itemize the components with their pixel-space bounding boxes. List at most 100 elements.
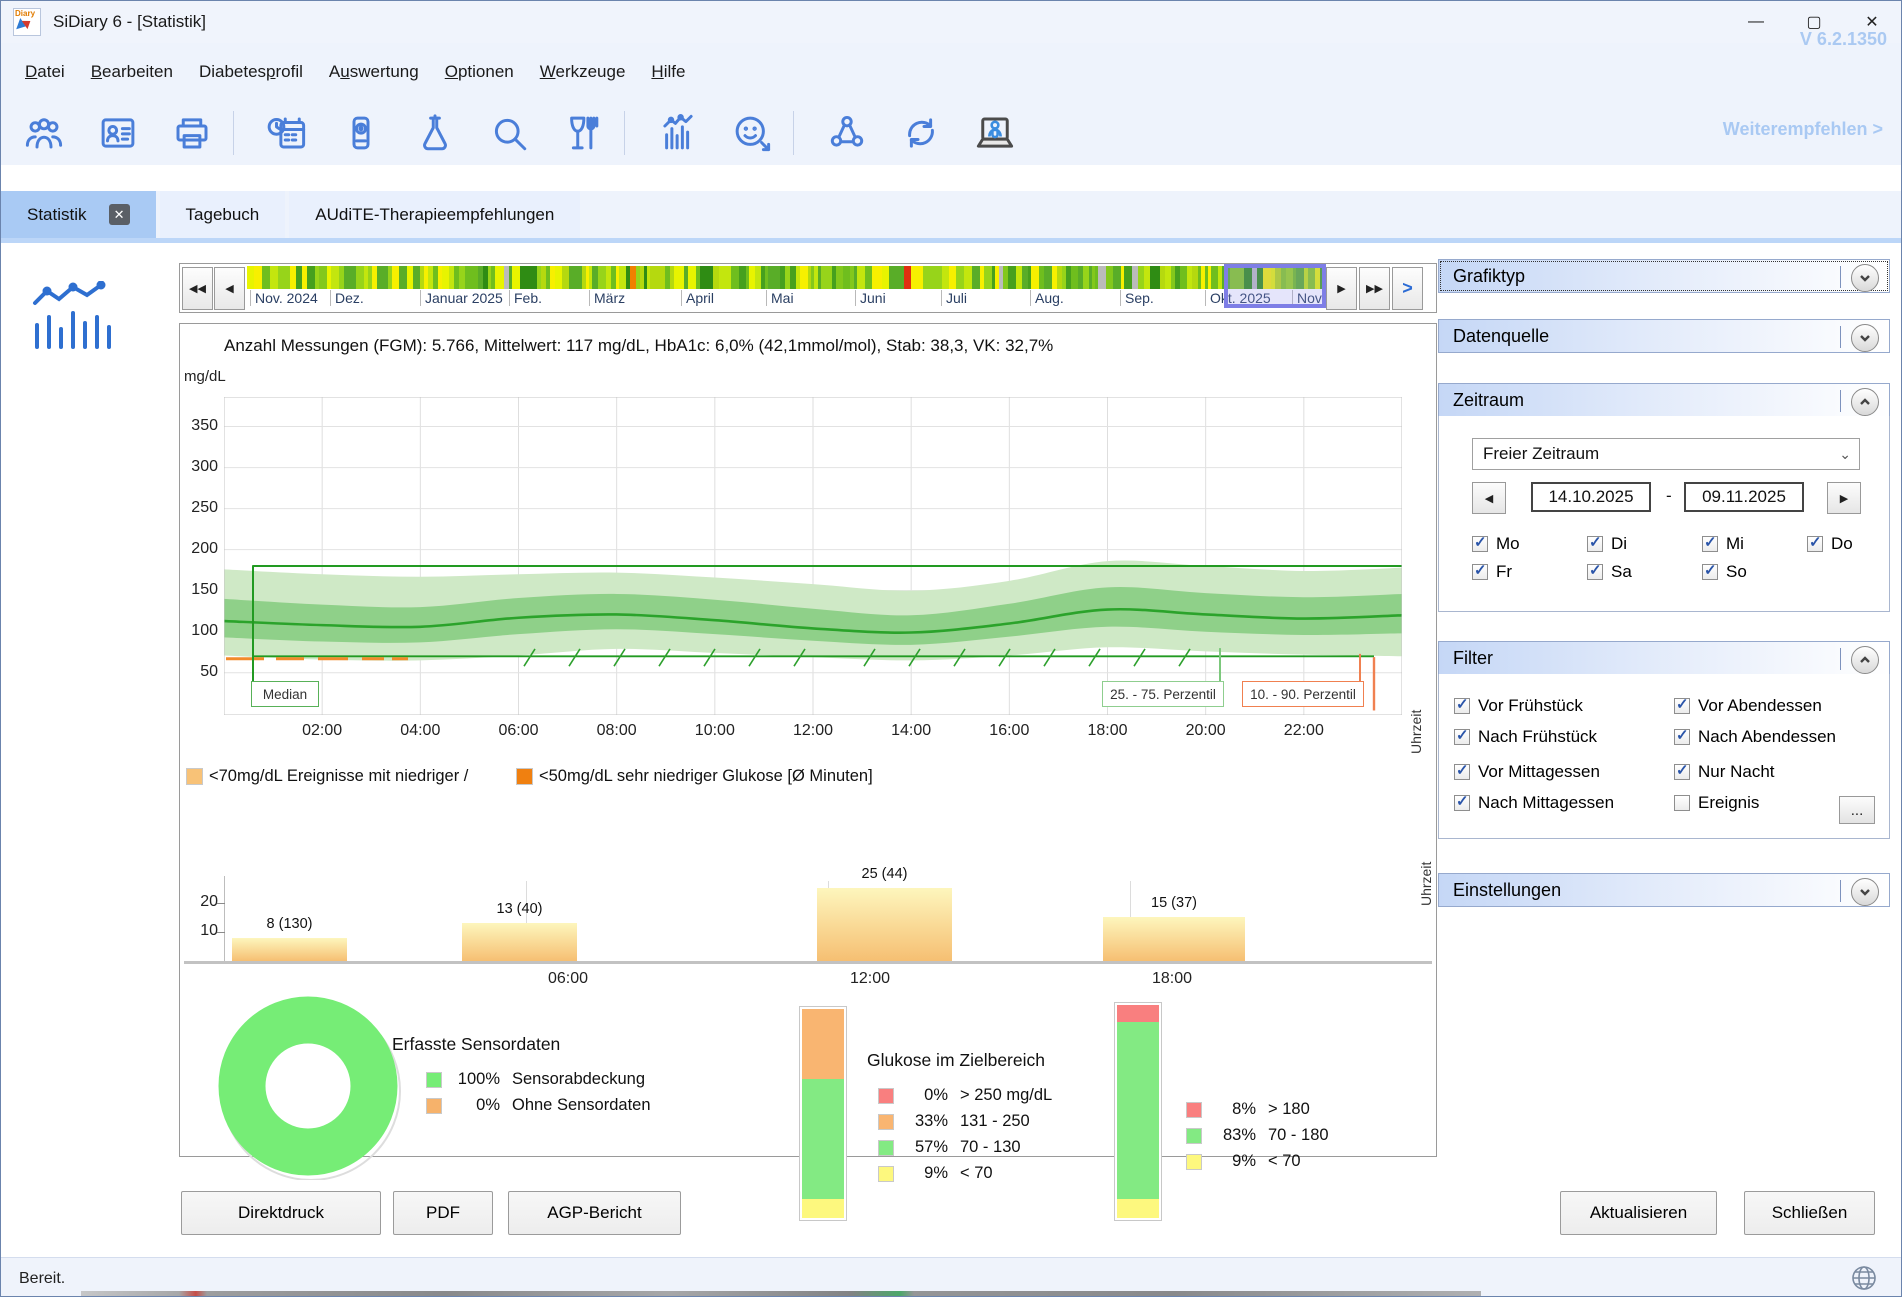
background-window-sliver <box>81 1291 1481 1297</box>
panel-header-grafiktyp[interactable]: Grafiktyp <box>1438 259 1890 293</box>
weekday-checkbox-so[interactable]: So <box>1702 562 1747 582</box>
filter-checkbox-vor-mittagessen[interactable]: Vor Mittagessen <box>1454 762 1600 782</box>
direct-print-button[interactable]: Direktdruck <box>181 1191 381 1235</box>
filter-checkbox-nach-mittagessen[interactable]: Nach Mittagessen <box>1454 793 1614 813</box>
agp-x-tick: 08:00 <box>597 722 637 740</box>
hypo-baseline <box>184 961 1432 964</box>
statistics-icon[interactable] <box>647 105 709 161</box>
filter-checkbox-ereignis[interactable]: Ereignis <box>1674 793 1759 813</box>
recommend-link[interactable]: Weiterempfehlen > <box>1723 119 1883 140</box>
wellbeing-icon[interactable] <box>721 105 783 161</box>
timeline-density-strip[interactable] <box>247 266 1323 289</box>
timeline-month-label: Juni <box>855 290 886 306</box>
tab-tagebuch[interactable]: Tagebuch <box>160 191 286 238</box>
tab-label: AUdiTE-Therapieempfehlungen <box>315 205 554 225</box>
menu-bar: Datei Bearbeiten Diabetesprofil Auswertung O… <box>1 43 1901 101</box>
chevron-down-icon[interactable] <box>1851 324 1879 352</box>
panel-header-filter[interactable]: Filter <box>1438 641 1890 675</box>
chevron-down-icon[interactable] <box>1851 264 1879 292</box>
weekday-checkbox-fr[interactable]: Fr <box>1472 562 1512 582</box>
panel-body-zeitraum: Freier Zeitraum⌄ ◀ 14.10.2025 - 09.11.20… <box>1438 416 1890 612</box>
hypo-bar <box>232 938 347 961</box>
search-icon[interactable] <box>478 105 540 161</box>
sensor-legend-item: 0%Ohne Sensordaten <box>426 1096 651 1115</box>
agp-y-tick: 150 <box>176 581 218 599</box>
profile-card-icon[interactable] <box>87 105 149 161</box>
agp-report-button[interactable]: AGP-Bericht <box>508 1191 681 1235</box>
agp-x-tick: 02:00 <box>302 722 342 740</box>
menu-item-auswertung[interactable]: Auswertung <box>327 58 421 86</box>
menu-item-optionen[interactable]: Optionen <box>443 58 516 86</box>
filter-checkbox-nach-frühstück[interactable]: Nach Frühstück <box>1454 727 1597 747</box>
timeline-month-label: Nov. 2024 <box>250 290 318 306</box>
toolbar <box>1 101 1901 165</box>
timeline-month-label: Juli <box>941 290 967 306</box>
sensor-donut-chart <box>214 992 402 1180</box>
pdf-button[interactable]: PDF <box>393 1191 493 1235</box>
weekday-checkbox-mi[interactable]: Mi <box>1702 534 1744 554</box>
weekday-checkbox-do[interactable]: Do <box>1807 534 1853 554</box>
agp-x-tick: 20:00 <box>1186 722 1226 740</box>
chevron-down-icon[interactable] <box>1851 878 1879 906</box>
chevron-up-icon[interactable] <box>1851 388 1879 416</box>
filter-checkbox-vor-abendessen[interactable]: Vor Abendessen <box>1674 696 1822 716</box>
patients-icon[interactable] <box>13 105 75 161</box>
weekday-checkbox-di[interactable]: Di <box>1587 534 1627 554</box>
close-view-button[interactable]: Schließen <box>1744 1191 1875 1235</box>
timeline-selection-box[interactable] <box>1224 264 1326 308</box>
filter-checkbox-nach-abendessen[interactable]: Nach Abendessen <box>1674 727 1836 747</box>
menu-item-diabetesprofil[interactable]: Diabetesprofil <box>197 58 305 86</box>
date-from-field[interactable]: 14.10.2025 <box>1531 482 1651 512</box>
date-to-field[interactable]: 09.11.2025 <box>1684 482 1804 512</box>
menu-item-werkzeuge[interactable]: Werkzeuge <box>538 58 628 86</box>
menu-item-datei[interactable]: Datei <box>23 58 67 86</box>
logbook-calendar-icon[interactable] <box>256 105 318 161</box>
panel-header-zeitraum[interactable]: Zeitraum <box>1438 383 1890 417</box>
glucose-meter-icon[interactable] <box>330 105 392 161</box>
nutrition-icon[interactable] <box>552 105 614 161</box>
agp-y-tick: 300 <box>176 458 218 476</box>
share-icon[interactable] <box>816 105 878 161</box>
timeline-prev-button[interactable]: ◀ <box>214 267 245 310</box>
minimize-button[interactable]: — <box>1727 1 1785 43</box>
hypo-x-axis-title: Uhrzeit <box>1418 862 1434 906</box>
agp-y-tick: 100 <box>176 622 218 640</box>
timeline-navigator: ◀◀ ◀ Nov. 2024Dez.Januar 2025Feb.MärzApr… <box>179 263 1437 313</box>
tir-legend-item: 0%> 250 mg/dL <box>878 1086 1052 1105</box>
timeline-month-label: Dez. <box>330 290 364 306</box>
period-preset-dropdown[interactable]: Freier Zeitraum⌄ <box>1472 438 1860 470</box>
agp-x-tick: 04:00 <box>400 722 440 740</box>
timeline-forward-button[interactable]: > <box>1392 267 1423 310</box>
period-back-button[interactable]: ◀ <box>1472 482 1506 514</box>
filter-checkbox-vor-frühstück[interactable]: Vor Frühstück <box>1454 696 1583 716</box>
menu-item-hilfe[interactable]: Hilfe <box>649 58 687 86</box>
tab-audite-therapieempfehlungen[interactable]: AUdiTE-Therapieempfehlungen <box>289 191 580 238</box>
event-filter-more-button[interactable]: ... <box>1839 796 1875 824</box>
statistics-page-icon <box>29 281 113 351</box>
agp-x-tick: 12:00 <box>793 722 833 740</box>
hypo-bar-label: 8 (130) <box>267 916 313 932</box>
app-icon: Diary <box>13 8 41 36</box>
chevron-up-icon[interactable] <box>1851 646 1879 674</box>
hypo-legend-item-2: <50mg/dL sehr niedriger Glukose [Ø Minut… <box>516 767 873 786</box>
period-forward-button[interactable]: ▶ <box>1827 482 1861 514</box>
weekday-checkbox-mo[interactable]: Mo <box>1472 534 1520 554</box>
tab-close-icon[interactable]: ✕ <box>109 204 130 225</box>
panel-header-datenquelle[interactable]: Datenquelle <box>1438 319 1890 353</box>
sync-icon[interactable] <box>890 105 952 161</box>
tab-statistik[interactable]: Statistik✕ <box>1 191 156 238</box>
title-bar: Diary SiDiary 6 - [Statistik] — ▢ ✕ <box>1 1 1901 43</box>
telemedicine-icon[interactable] <box>964 105 1026 161</box>
filter-checkbox-nur-nacht[interactable]: Nur Nacht <box>1674 762 1775 782</box>
refresh-button[interactable]: Aktualisieren <box>1560 1191 1717 1235</box>
panel-header-einstellungen[interactable]: Einstellungen <box>1438 873 1890 907</box>
menu-item-bearbeiten[interactable]: Bearbeiten <box>89 58 175 86</box>
lab-values-icon[interactable] <box>404 105 466 161</box>
timeline-next-button[interactable]: ▶ <box>1326 267 1357 310</box>
weekday-checkbox-sa[interactable]: Sa <box>1587 562 1632 582</box>
timeline-last-button[interactable]: ▶▶ <box>1359 267 1390 310</box>
timeline-first-button[interactable]: ◀◀ <box>182 267 213 310</box>
timeline-month-label: März <box>589 290 625 306</box>
print-icon[interactable] <box>161 105 223 161</box>
agp-x-axis-title: Uhrzeit <box>1408 710 1424 754</box>
